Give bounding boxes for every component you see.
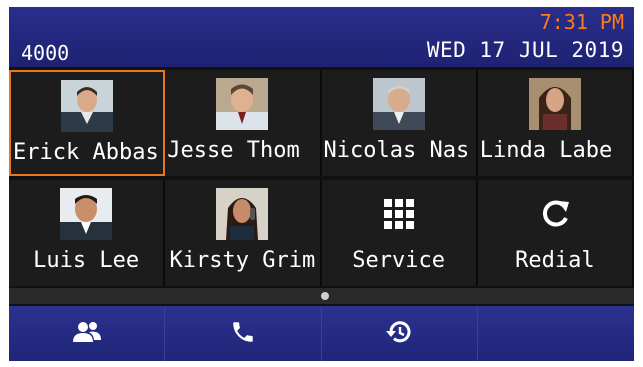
- tile-label: Service: [352, 248, 445, 273]
- phone-screen: 4000 7:31 PM WED 17 JUL 2019 Erick Abbas: [9, 7, 634, 361]
- history-button[interactable]: [322, 306, 478, 361]
- page-dot-active: [321, 292, 329, 300]
- keypad-grid-icon: [373, 188, 425, 240]
- redial-function-tile[interactable]: Redial: [477, 180, 634, 286]
- contact-photo: [61, 80, 114, 132]
- speed-dial-nicolas-nas[interactable]: Nicolas Nas: [321, 70, 478, 176]
- service-function-tile[interactable]: Service: [321, 180, 478, 286]
- contact-photo: [216, 78, 269, 130]
- contact-photo: [216, 188, 269, 240]
- contact-photo: [528, 78, 581, 130]
- clock-date: WED 17 JUL 2019: [426, 38, 624, 62]
- clock-time: 7:31 PM: [539, 10, 624, 34]
- tile-label: Linda Labe: [479, 138, 613, 163]
- speed-dial-kirsty-grim[interactable]: Kirsty Grim: [165, 180, 322, 286]
- bottom-navigation: [9, 306, 634, 361]
- redial-icon: [529, 188, 581, 240]
- speed-dial-luis-lee[interactable]: Luis Lee: [9, 180, 166, 286]
- tile-label: Jesse Thom: [167, 138, 300, 163]
- contacts-button[interactable]: [9, 306, 166, 361]
- speed-dial-grid: Erick Abbas Jesse Thom Nicolas Nas Linda…: [9, 70, 634, 286]
- contact-photo: [60, 188, 113, 240]
- speed-dial-jesse-thom[interactable]: Jesse Thom: [165, 70, 322, 176]
- speed-dial-erick-abbas[interactable]: Erick Abbas: [9, 70, 166, 176]
- extension-number: 4000: [21, 41, 70, 65]
- phone-button[interactable]: [165, 306, 322, 361]
- history-icon: [385, 318, 413, 350]
- tile-label: Kirsty Grim: [169, 248, 316, 273]
- speed-dial-linda-labe[interactable]: Linda Labe: [477, 70, 634, 176]
- tile-label: Erick Abbas: [13, 140, 159, 165]
- phone-icon: [230, 319, 256, 349]
- tile-label: Luis Lee: [33, 248, 140, 273]
- tile-label: Redial: [515, 248, 595, 273]
- empty-nav-slot: [478, 306, 634, 361]
- contact-photo: [372, 78, 425, 130]
- status-header: 4000 7:31 PM WED 17 JUL 2019: [9, 7, 634, 67]
- contacts-icon: [72, 320, 102, 348]
- page-indicator: [9, 288, 634, 304]
- tile-label: Nicolas Nas: [323, 138, 470, 163]
